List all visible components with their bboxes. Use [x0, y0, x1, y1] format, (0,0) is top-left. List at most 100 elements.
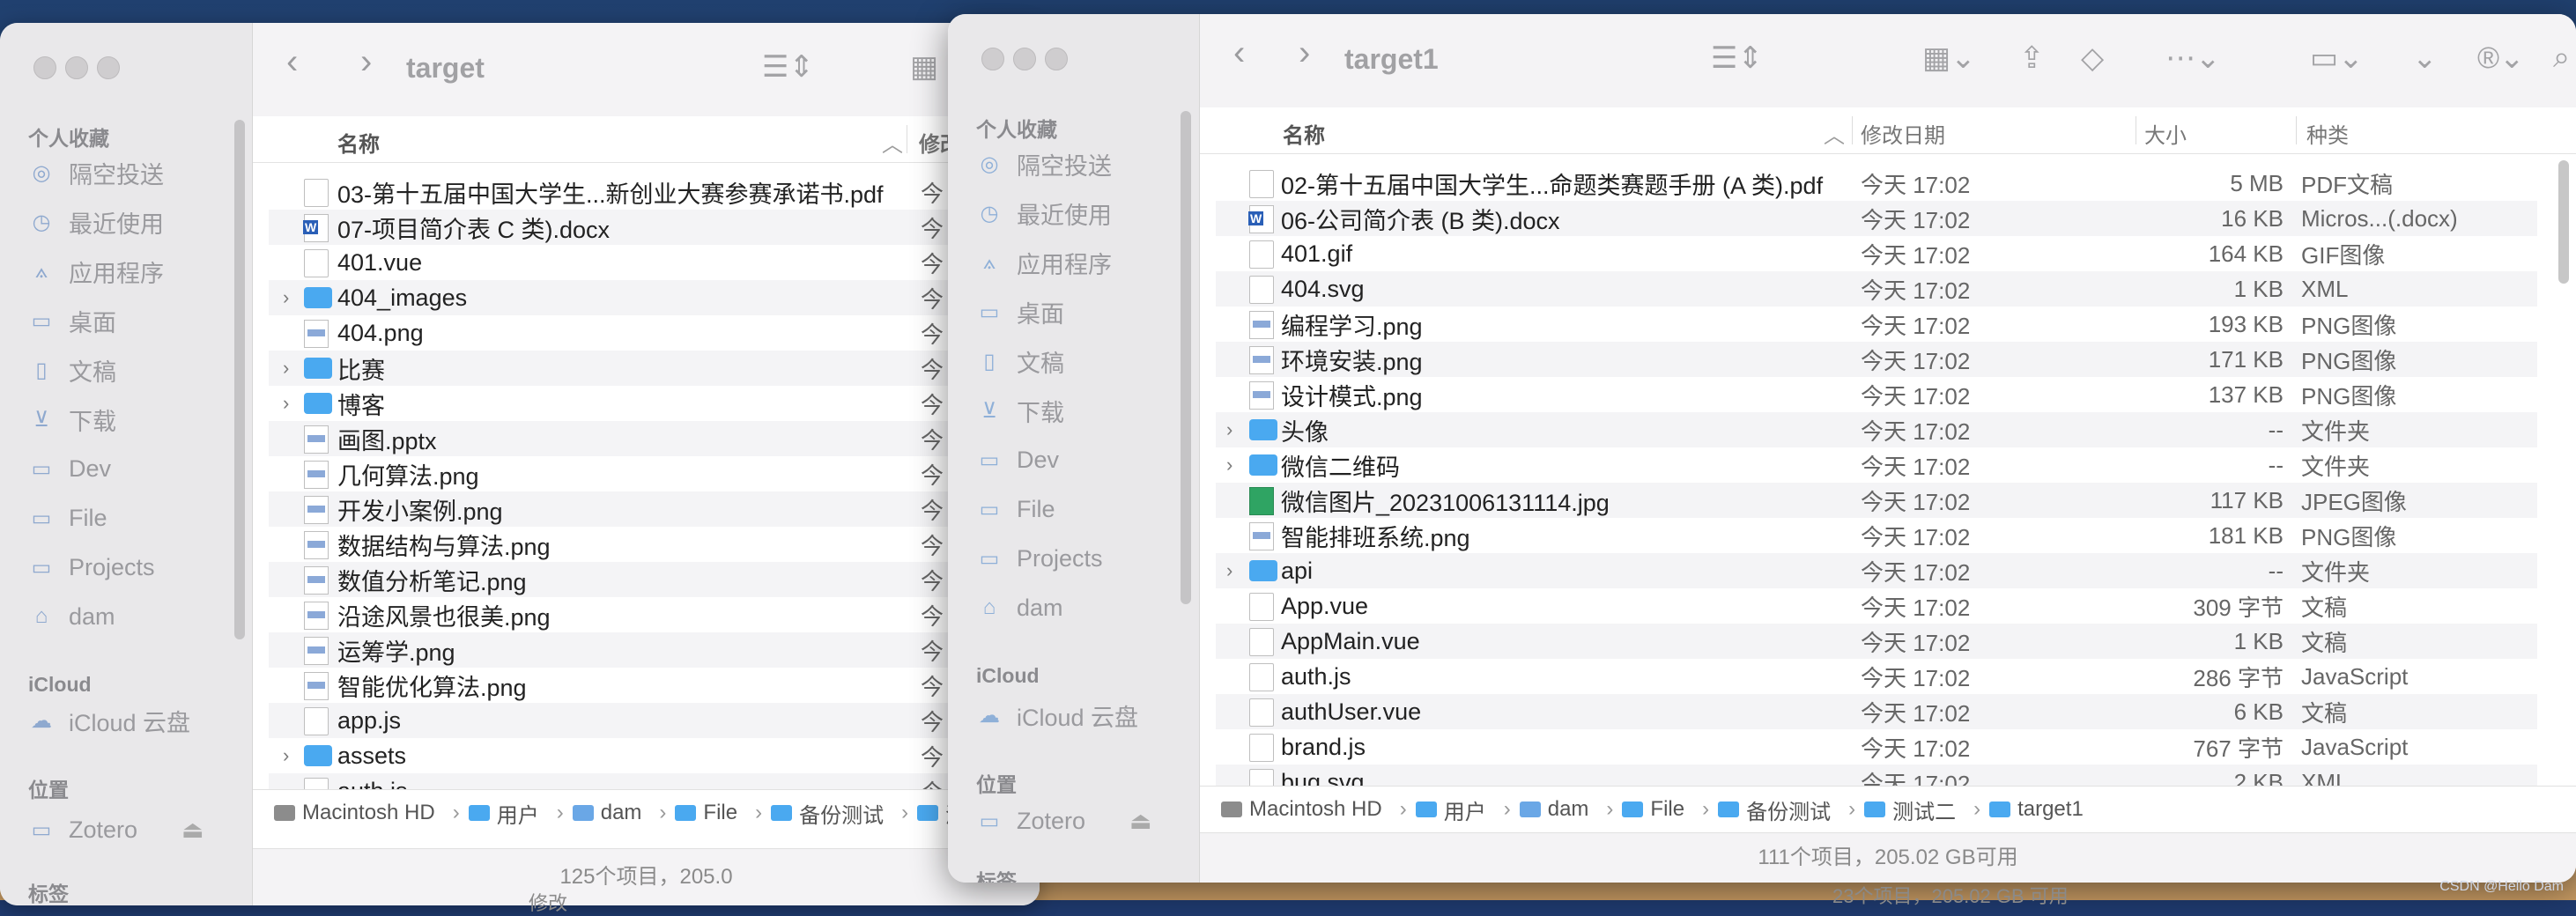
sidebar-item-dev[interactable]: ▭ Dev	[28, 451, 111, 486]
file-row[interactable]: 智能排班系统.png 今天 17:02 181 KB PNG图像	[1216, 518, 2537, 553]
finder-window-target[interactable]: 个人收藏 ◎ 隔空投送 ◷ 最近使用 ⟑ 应用程序 ▭ 桌面 ▯ 文稿 ⊻ 下载 ▭ Dev ▭ File ▭ P…	[0, 23, 1040, 905]
file-row[interactable]: AppMain.vue 今天 17:02 1 KB 文稿	[1216, 624, 2537, 659]
zoom-button[interactable]	[97, 56, 120, 79]
sidebar-item-file[interactable]: ▭ File	[28, 500, 107, 536]
disclosure-triangle-icon[interactable]: ›	[283, 744, 289, 767]
sidebar-item-dam[interactable]: ⌂ dam	[976, 590, 1063, 625]
disclosure-triangle-icon[interactable]: ›	[1226, 418, 1232, 441]
eject-icon[interactable]: ⏏	[181, 816, 204, 844]
eject-icon[interactable]: ⏏	[1129, 808, 1152, 835]
column-name[interactable]: 名称	[337, 127, 380, 158]
column-name[interactable]: 名称	[1283, 118, 1325, 149]
file-row[interactable]: 编程学习.png 今天 17:02 193 KB PNG图像	[1216, 307, 2537, 342]
back-icon[interactable]: ‹	[286, 42, 298, 82]
disclosure-triangle-icon[interactable]: ›	[283, 357, 289, 380]
path-segment[interactable]: dam	[572, 801, 641, 825]
gallery-view-icon[interactable]: ▦	[910, 49, 938, 85]
list-view-icon[interactable]: ☰⇕	[1711, 41, 1763, 76]
file-row[interactable]: 画图.pptx 今	[269, 421, 1040, 456]
file-row[interactable]: 07-项目简介表 C 类).docx 今	[269, 210, 1040, 245]
disclosure-triangle-icon[interactable]: ›	[283, 286, 289, 309]
column-size[interactable]: 大小	[2144, 118, 2187, 149]
sidebar-item-icloud[interactable]: ☁ iCloud 云盘	[28, 703, 190, 738]
file-row[interactable]: 404.svg 今天 17:02 1 KB XML	[1216, 271, 2537, 307]
sort-icon[interactable]: ︿	[1824, 118, 1845, 149]
sidebar-item-桌面[interactable]: ▭ 桌面	[28, 303, 116, 338]
file-row[interactable]: 环境安装.png 今天 17:02 171 KB PNG图像	[1216, 342, 2537, 377]
list-view-icon[interactable]: ☰⇕	[762, 49, 814, 85]
file-row[interactable]: 06-公司简介表 (B 类).docx 今天 17:02 16 KB Micros..…	[1216, 201, 2537, 236]
path-segment[interactable]: 用户	[468, 798, 539, 829]
file-row[interactable]: 运筹学.png 今	[269, 632, 1040, 668]
file-row[interactable]: › api 今天 17:02 -- 文件夹	[1216, 553, 2537, 588]
file-row[interactable]: 404.png 今	[269, 315, 1040, 351]
share-icon[interactable]: ⇪	[2019, 41, 2045, 76]
tag-icon[interactable]: ◇	[2081, 41, 2104, 76]
file-row[interactable]: app.js 今	[269, 703, 1040, 738]
forward-icon[interactable]: ›	[360, 42, 372, 82]
sidebar-scrollbar[interactable]	[234, 120, 245, 639]
column-kind[interactable]: 种类	[2306, 118, 2349, 149]
registered-icon[interactable]: ®⌄	[2477, 41, 2525, 76]
sidebar-item-隔空投送[interactable]: ◎ 隔空投送	[976, 146, 1112, 181]
sidebar-item-dev[interactable]: ▭ Dev	[976, 442, 1059, 477]
zoom-button[interactable]	[1045, 48, 1068, 70]
path-segment[interactable]: target1	[1989, 797, 2084, 822]
sidebar-item-应用程序[interactable]: ⟑ 应用程序	[28, 254, 164, 289]
path-segment[interactable]: File	[675, 801, 737, 825]
path-segment[interactable]: 备份测试	[1718, 794, 1831, 825]
file-row[interactable]: 数值分析笔记.png 今	[269, 562, 1040, 597]
disclosure-triangle-icon[interactable]: ›	[283, 392, 289, 415]
forward-icon[interactable]: ›	[1299, 33, 1310, 73]
file-row[interactable]: 401.gif 今天 17:02 164 KB GIF图像	[1216, 236, 2537, 271]
minimize-button[interactable]	[65, 56, 88, 79]
sidebar-item-最近使用[interactable]: ◷ 最近使用	[976, 196, 1112, 231]
file-row[interactable]: 设计模式.png 今天 17:02 137 KB PNG图像	[1216, 377, 2537, 412]
more-actions-icon[interactable]: ⋯⌄	[2165, 41, 2221, 76]
file-row[interactable]: authUser.vue 今天 17:02 6 KB 文稿	[1216, 694, 2537, 729]
close-button[interactable]	[981, 48, 1004, 70]
drive-icon[interactable]: ▭⌄	[2310, 41, 2364, 76]
file-row[interactable]: brand.js 今天 17:02 767 字节 JavaScript	[1216, 729, 2537, 765]
path-segment[interactable]: Macintosh HD	[274, 801, 435, 825]
sidebar-item-projects[interactable]: ▭ Projects	[976, 541, 1103, 576]
file-row[interactable]: › 博客 今	[269, 386, 1040, 421]
file-row[interactable]: › assets 今	[269, 738, 1040, 773]
sidebar-item-icloud[interactable]: ☁ iCloud 云盘	[976, 698, 1138, 733]
file-row[interactable]: › 404_images 今	[269, 280, 1040, 315]
sidebar-item-zotero[interactable]: ▭ Zotero ⏏	[976, 803, 1152, 838]
path-segment[interactable]: File	[1622, 797, 1684, 822]
sidebar-scrollbar[interactable]	[1181, 111, 1191, 604]
file-row[interactable]: 03-第十五届中国大学生...新创业大赛参赛承诺书.pdf 今	[269, 174, 1040, 210]
file-row[interactable]: 401.vue 今	[269, 245, 1040, 280]
sidebar-item-file[interactable]: ▭ File	[976, 491, 1055, 527]
file-row[interactable]: › 微信二维码 今天 17:02 -- 文件夹	[1216, 447, 2537, 483]
sidebar-item-文稿[interactable]: ▯ 文稿	[28, 352, 116, 388]
sidebar-item-文稿[interactable]: ▯ 文稿	[976, 344, 1064, 379]
path-segment[interactable]: 测试二	[1864, 794, 1956, 825]
sidebar-item-下载[interactable]: ⊻ 下载	[28, 402, 116, 437]
finder-window-target1[interactable]: 个人收藏 ◎ 隔空投送 ◷ 最近使用 ⟑ 应用程序 ▭ 桌面 ▯ 文稿 ⊻ 下载 ▭ Dev ▭ File ▭ P…	[948, 14, 2576, 883]
sidebar-item-隔空投送[interactable]: ◎ 隔空投送	[28, 155, 164, 190]
sidebar-item-桌面[interactable]: ▭ 桌面	[976, 294, 1064, 329]
sidebar-item-应用程序[interactable]: ⟑ 应用程序	[976, 245, 1112, 280]
sidebar-item-下载[interactable]: ⊻ 下载	[976, 393, 1064, 428]
file-row[interactable]: 微信图片_20231006131114.jpg 今天 17:02 117 KB JPE…	[1216, 483, 2537, 518]
search-icon[interactable]: ⌕	[2553, 41, 2570, 75]
back-icon[interactable]: ‹	[1233, 33, 1245, 73]
sidebar-item-zotero[interactable]: ▭ Zotero ⏏	[28, 812, 204, 847]
path-segment[interactable]: 用户	[1415, 794, 1486, 825]
file-row[interactable]: auth.js 今天 17:02 286 字节 JavaScript	[1216, 659, 2537, 694]
minimize-button[interactable]	[1013, 48, 1036, 70]
file-row[interactable]: 开发小案例.png 今	[269, 491, 1040, 527]
column-date[interactable]: 修改日期	[1861, 118, 1945, 149]
file-row[interactable]: 智能优化算法.png 今	[269, 668, 1040, 703]
close-button[interactable]	[33, 56, 56, 79]
file-list-scrollbar[interactable]	[2558, 160, 2569, 284]
file-row[interactable]: 几何算法.png 今	[269, 456, 1040, 491]
file-row[interactable]: 02-第十五届中国大学生...命题类赛题手册 (A 类).pdf 今天 17:02…	[1216, 166, 2537, 201]
file-row[interactable]: 数据结构与算法.png 今	[269, 527, 1040, 562]
chevron-down-icon[interactable]: ⌄	[2412, 41, 2438, 76]
sidebar-item-最近使用[interactable]: ◷ 最近使用	[28, 204, 164, 240]
path-segment[interactable]: dam	[1519, 797, 1588, 822]
